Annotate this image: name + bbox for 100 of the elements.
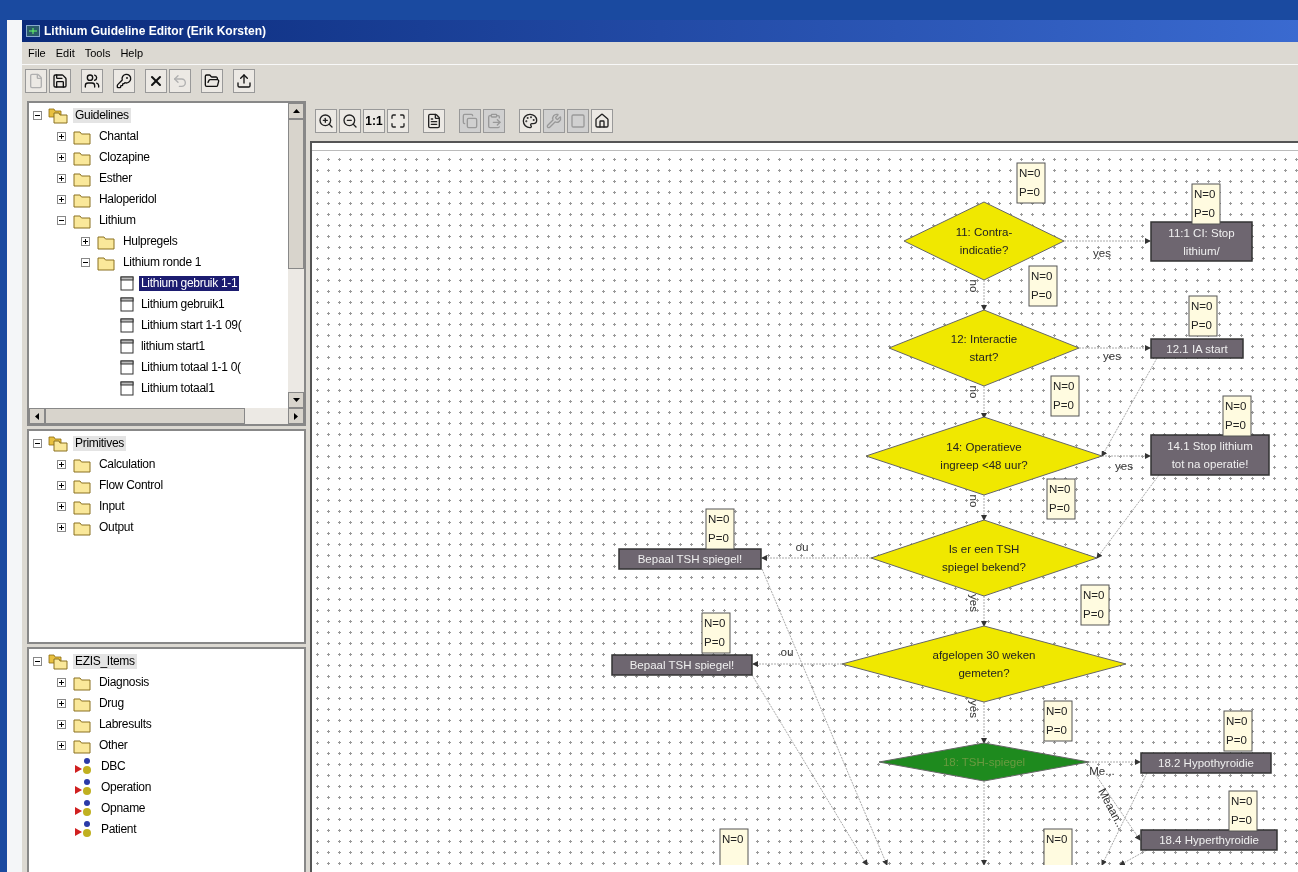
action-node[interactable]: Bepaal TSH spiegel!: [611, 654, 753, 676]
tree-item[interactable]: lithium start1: [139, 339, 207, 354]
folder-icon: [72, 191, 92, 208]
menu-item[interactable]: Edit: [55, 44, 75, 62]
molecule-icon: [72, 779, 94, 796]
toolbar-button[interactable]: [423, 109, 445, 133]
edge-label: Me...: [1089, 765, 1115, 777]
expand-toggle[interactable]: [57, 523, 66, 532]
expand-toggle[interactable]: [57, 741, 66, 750]
tree-item[interactable]: Lithium start 1-1 09(: [139, 318, 244, 333]
collapse-toggle[interactable]: [33, 111, 42, 120]
toolbar-button[interactable]: [387, 109, 409, 133]
edge-label: yes: [968, 594, 980, 612]
tree-item[interactable]: Esther: [97, 171, 134, 186]
up-arrow-icon[interactable]: [292, 109, 300, 113]
action-node[interactable]: 11:1 CI: Stop lithium/: [1150, 221, 1253, 262]
menu-item[interactable]: File: [28, 44, 46, 62]
connector-line: [981, 279, 987, 311]
expand-toggle[interactable]: [57, 720, 66, 729]
molecule-icon: [72, 800, 94, 817]
left-arrow-icon[interactable]: [35, 412, 39, 420]
toolbar-button[interactable]: [591, 109, 613, 133]
document-icon: [120, 339, 134, 354]
expand-toggle[interactable]: [57, 678, 66, 687]
edge-label: yes: [1115, 460, 1133, 472]
expand-toggle[interactable]: [57, 174, 66, 183]
tree-item[interactable]: Operation: [99, 780, 153, 795]
expand-toggle[interactable]: [57, 699, 66, 708]
house-icon: [594, 113, 610, 129]
action-node[interactable]: 18.4 Hyperthyroidie: [1140, 829, 1278, 851]
toolbar-button[interactable]: [519, 109, 541, 133]
folder-icon: [72, 128, 92, 145]
tree-item[interactable]: Chantal: [97, 129, 141, 144]
folder-icon: [72, 212, 92, 229]
action-node[interactable]: 12.1 IA start: [1150, 338, 1244, 359]
toolbar-button[interactable]: [81, 68, 103, 93]
tree-item[interactable]: Guidelines: [73, 108, 131, 123]
counter-label: N=0 P=0: [1223, 710, 1253, 752]
collapse-toggle[interactable]: [81, 258, 90, 267]
action-node[interactable]: 18.2 Hypothyroidie: [1140, 752, 1272, 774]
tree-item[interactable]: Output: [97, 520, 136, 535]
collapse-toggle[interactable]: [33, 657, 42, 666]
tree-item[interactable]: Opname: [99, 801, 148, 816]
tree-item[interactable]: Labresults: [97, 717, 154, 732]
tree-item[interactable]: Flow Control: [97, 478, 165, 493]
toolbar-button[interactable]: [145, 68, 167, 93]
toolbar-button[interactable]: [49, 68, 71, 93]
tree-item[interactable]: Lithium totaal1: [139, 381, 217, 396]
tree-item[interactable]: Hulpregels: [121, 234, 180, 249]
expand-toggle[interactable]: [57, 481, 66, 490]
tree-item[interactable]: Lithium gebruik1: [139, 297, 227, 312]
new-file-icon: [28, 72, 44, 89]
folder-icon: [72, 456, 92, 473]
expand-toggle[interactable]: [57, 502, 66, 511]
tree-item[interactable]: Clozapine: [97, 150, 152, 165]
tree-item[interactable]: Lithium: [97, 213, 138, 228]
down-arrow-icon[interactable]: [292, 398, 300, 402]
tree-item[interactable]: Lithium gebruik 1-1: [139, 276, 240, 291]
tree-item[interactable]: Patient: [99, 822, 139, 837]
tree-item[interactable]: EZIS_Items: [73, 654, 137, 669]
toolbar-button[interactable]: [113, 68, 135, 93]
menu-item[interactable]: Tools: [84, 44, 111, 62]
palette-icon: [522, 113, 538, 129]
horizontal-scrollbar[interactable]: [29, 408, 304, 424]
toolbar-button[interactable]: 1:1: [363, 109, 385, 133]
toolbar-button[interactable]: [315, 109, 337, 133]
connector-line: [981, 385, 987, 419]
toolbar-button[interactable]: [339, 109, 361, 133]
right-arrow-icon[interactable]: [294, 412, 298, 420]
tree-item[interactable]: Lithium ronde 1: [121, 255, 204, 270]
tree-item[interactable]: DBC: [99, 759, 128, 774]
expand-toggle[interactable]: [81, 237, 90, 246]
tree-item[interactable]: Primitives: [73, 436, 126, 451]
action-node[interactable]: 14.1 Stop lithium tot na operatie!: [1150, 434, 1270, 476]
tree-item[interactable]: Diagnosis: [97, 675, 151, 690]
edge-label: no: [780, 648, 794, 660]
menu-item[interactable]: Help: [120, 44, 143, 62]
toolbar-button[interactable]: [233, 68, 255, 93]
tree-item[interactable]: Other: [97, 738, 130, 753]
tree-item[interactable]: Input: [97, 499, 127, 514]
action-node[interactable]: Bepaal TSH spiegel!: [618, 548, 762, 570]
expand-toggle[interactable]: [57, 460, 66, 469]
expand-toggle[interactable]: [57, 195, 66, 204]
folder-icon: [72, 674, 92, 691]
tree-item[interactable]: Drug: [97, 696, 126, 711]
folder-icon: [72, 170, 92, 187]
collapse-toggle[interactable]: [57, 216, 66, 225]
tree-item[interactable]: Calculation: [97, 457, 158, 472]
collapse-toggle[interactable]: [33, 439, 42, 448]
expand-toggle[interactable]: [57, 132, 66, 141]
expand-toggle[interactable]: [57, 153, 66, 162]
tree-item[interactable]: Lithium totaal 1-1 0(: [139, 360, 243, 375]
tree-item[interactable]: Haloperidol: [97, 192, 159, 207]
counter-label: N=0 P=0: [1228, 790, 1258, 832]
vertical-scrollbar[interactable]: [288, 103, 304, 408]
toolbar-button[interactable]: [201, 68, 223, 93]
folder-group-icon: [48, 653, 68, 670]
molecule-icon: [72, 821, 94, 838]
counter-label: N=0 P=0: [1050, 375, 1080, 417]
page-icon: [426, 113, 442, 129]
